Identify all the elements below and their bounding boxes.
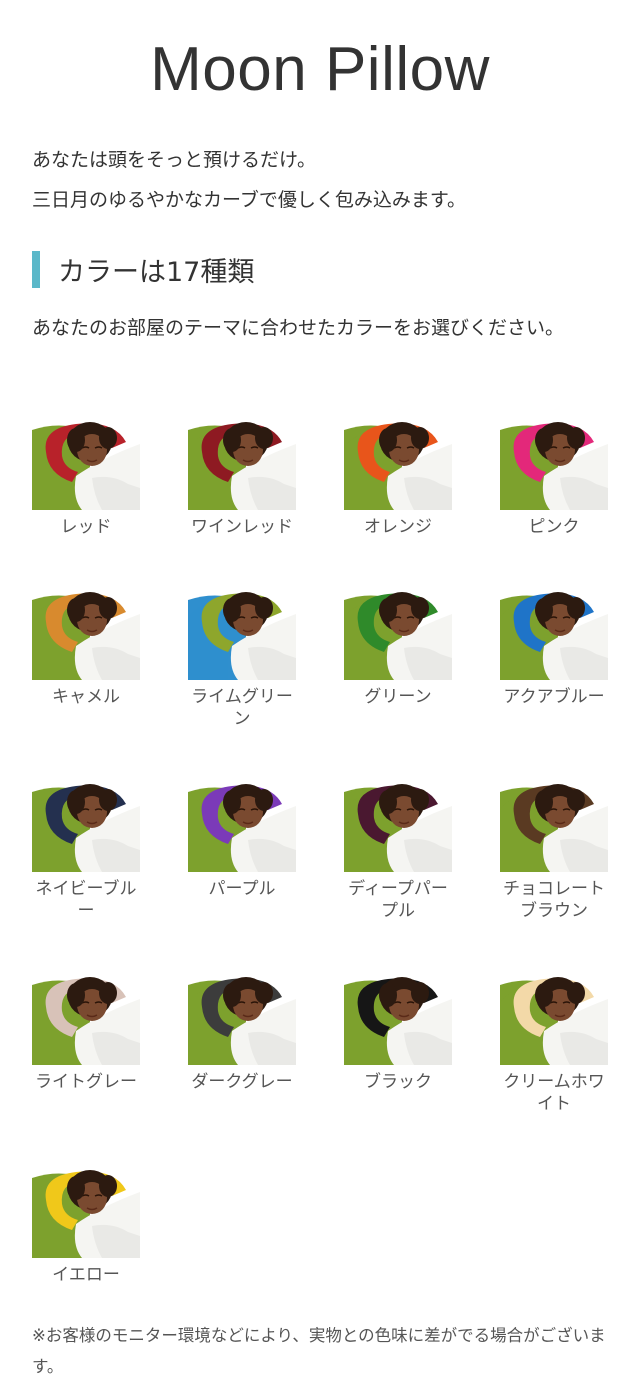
pillow-photo-thumbnail (32, 780, 140, 872)
color-swatch: オレンジ (343, 418, 453, 538)
color-swatch: グリーン (343, 588, 453, 708)
color-section-heading: カラーは17種類 (32, 249, 592, 289)
swatch-label: キャメル (52, 687, 120, 707)
pillow-photo-thumbnail (500, 973, 608, 1065)
swatch-label: ディープパープル (348, 879, 448, 921)
swatch-label: ライムグリーン (191, 687, 293, 729)
swatch-label: チョコレートブラウン (503, 879, 605, 921)
swatch-label: ワインレッド (191, 517, 293, 537)
swatch-label: オレンジ (364, 517, 432, 537)
swatch-label: グリーン (364, 687, 432, 707)
color-disclaimer: ※お客様のモニター環境などにより、実物との色味に差がでる場合がございます。 (32, 1326, 606, 1376)
intro-line-2: 三日月のゆるやかなカーブで優しく包み込みます。 (32, 189, 466, 211)
pillow-photo-thumbnail (188, 588, 296, 680)
pillow-photo-thumbnail (344, 588, 452, 680)
color-swatch: イエロー (31, 1166, 141, 1286)
color-heading-text: カラーは17種類 (58, 256, 255, 288)
color-swatch: ライムグリーン (187, 588, 297, 730)
pillow-photo-thumbnail (500, 588, 608, 680)
color-swatch: ブラック (343, 973, 453, 1093)
pillow-photo-thumbnail (32, 418, 140, 510)
pillow-photo-thumbnail (344, 780, 452, 872)
swatch-label: レッド (60, 517, 112, 537)
pillow-photo-thumbnail (344, 418, 452, 510)
pillow-photo-thumbnail (500, 780, 608, 872)
pillow-photo-thumbnail (188, 418, 296, 510)
swatch-label: イエロー (52, 1265, 120, 1285)
swatch-label: ピンク (528, 517, 580, 537)
swatch-label: ライトグレー (35, 1072, 137, 1092)
pillow-photo-thumbnail (188, 780, 296, 872)
color-swatch: キャメル (31, 588, 141, 708)
color-swatch: ネイビーブルー (31, 780, 141, 922)
color-swatch: ピンク (499, 418, 609, 538)
color-swatch: ディープパープル (343, 780, 453, 922)
color-swatch: パープル (187, 780, 297, 900)
swatch-label: パープル (208, 879, 276, 899)
page-title: Moon Pillow (150, 35, 490, 104)
intro-line-1: あなたは頭をそっと預けるだけ。 (32, 149, 317, 171)
color-section-description: あなたのお部屋のテーマに合わせたカラーをお選びください。 (32, 317, 565, 339)
intro-text: あなたは頭をそっと預けるだけ。 三日月のゆるやかなカーブで優しく包み込みます。 (32, 140, 612, 220)
pillow-photo-thumbnail (32, 588, 140, 680)
pillow-photo-thumbnail (32, 973, 140, 1065)
color-swatch: ワインレッド (187, 418, 297, 538)
swatch-label: ブラック (364, 1072, 432, 1092)
color-swatch: ライトグレー (31, 973, 141, 1093)
swatch-label: アクアブルー (503, 687, 605, 707)
pillow-photo-thumbnail (344, 973, 452, 1065)
swatch-label: クリームホワイト (503, 1072, 605, 1114)
color-swatch: チョコレートブラウン (499, 780, 609, 922)
color-swatch: クリームホワイト (499, 973, 609, 1115)
swatch-label: ダークグレー (191, 1072, 293, 1092)
color-swatch: アクアブルー (499, 588, 609, 708)
swatch-label: ネイビーブルー (35, 879, 137, 921)
heading-accent-bar (32, 250, 40, 288)
color-swatch: ダークグレー (187, 973, 297, 1093)
pillow-photo-thumbnail (500, 418, 608, 510)
pillow-photo-thumbnail (32, 1166, 140, 1258)
pillow-photo-thumbnail (188, 973, 296, 1065)
color-swatch: レッド (31, 418, 141, 538)
